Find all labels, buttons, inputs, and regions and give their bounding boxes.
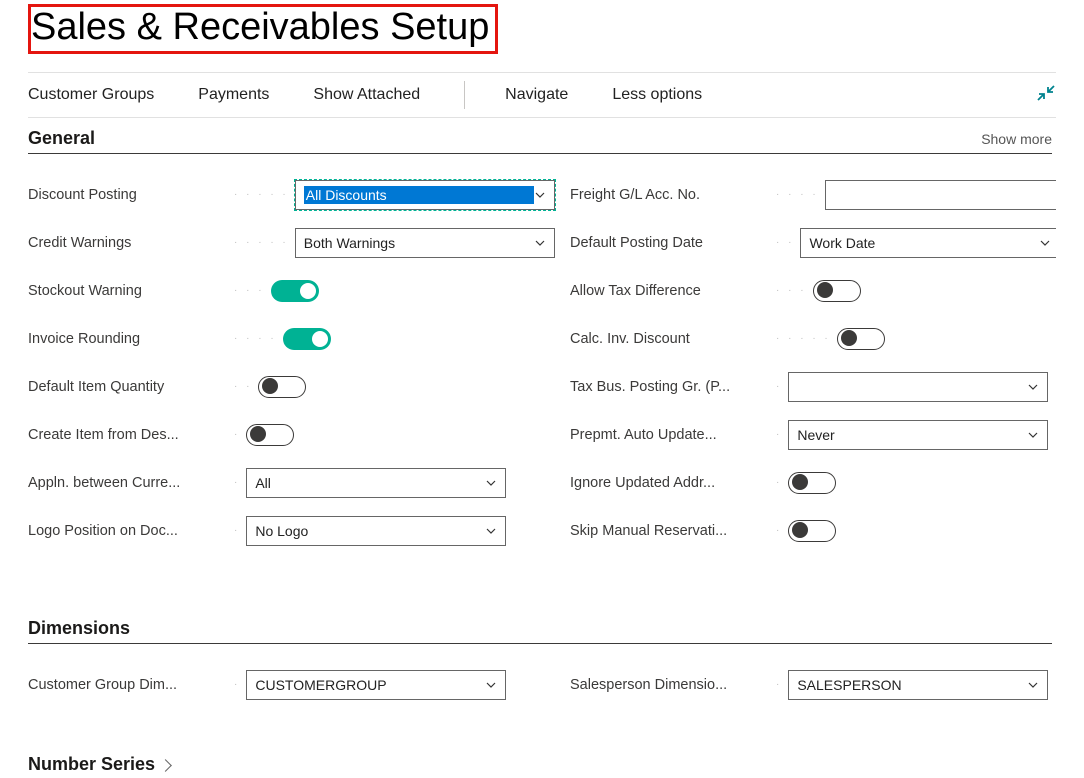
label-tax-bus-posting-gr: Tax Bus. Posting Gr. (P... [570,379,770,395]
chevron-down-icon [534,237,546,249]
select-value-prepmt-auto-update: Never [797,427,1027,443]
toolbar-divider [464,81,465,109]
select-value-default-posting-date: Work Date [809,235,1039,251]
chevron-down-icon [1027,429,1039,441]
page-title-highlight: Sales & Receivables Setup [28,4,498,54]
select-default-posting-date[interactable]: Work Date [800,228,1056,258]
label-discount-posting: Discount Posting [28,187,228,203]
toggle-skip-manual-reserv[interactable] [788,520,836,542]
general-fields: Discount Posting · · · · · All Discounts… [28,180,1052,564]
label-freight-gl: Freight G/L Acc. No. [570,187,770,203]
select-appln-between-curr[interactable]: All [246,468,506,498]
general-right-col: Freight G/L Acc. No. · · · · Default Pos… [570,180,1052,564]
select-freight-gl[interactable] [825,180,1056,210]
select-discount-posting[interactable]: All Discounts [295,180,555,210]
toggle-create-item-from-desc[interactable] [246,424,294,446]
label-appln-between-curr: Appln. between Curre... [28,475,228,491]
select-credit-warnings[interactable]: Both Warnings [295,228,555,258]
label-create-item-from-desc: Create Item from Des... [28,427,228,443]
chevron-down-icon [1039,237,1051,249]
general-left-col: Discount Posting · · · · · All Discounts… [28,180,510,564]
label-logo-position: Logo Position on Doc... [28,523,228,539]
section-header-general: General Show more [28,128,1052,154]
toolbar-customer-groups[interactable]: Customer Groups [28,86,154,104]
select-value-appln-between-curr: All [255,475,485,491]
label-skip-manual-reserv: Skip Manual Reservati... [570,523,770,539]
select-value-salesperson-dim: SALESPERSON [797,677,1027,693]
section-title-general[interactable]: General [28,128,95,149]
select-tax-bus-posting-gr[interactable] [788,372,1048,402]
label-ignore-updated-addr: Ignore Updated Addr... [570,475,770,491]
label-allow-tax-diff: Allow Tax Difference [570,283,770,299]
toggle-default-item-qty[interactable] [258,376,306,398]
chevron-down-icon [485,477,497,489]
label-invoice-rounding: Invoice Rounding [28,331,228,347]
toolbar-navigate[interactable]: Navigate [505,86,568,104]
toggle-ignore-updated-addr[interactable] [788,472,836,494]
select-customer-group-dim[interactable]: CUSTOMERGROUP [246,670,506,700]
select-logo-position[interactable]: No Logo [246,516,506,546]
label-salesperson-dim: Salesperson Dimensio... [570,677,770,693]
label-default-item-qty: Default Item Quantity [28,379,228,395]
select-value-credit-warnings: Both Warnings [304,235,534,251]
select-salesperson-dim[interactable]: SALESPERSON [788,670,1048,700]
section-title-number-series[interactable]: Number Series [28,754,1052,775]
show-more-general[interactable]: Show more [981,131,1052,147]
toolbar-less-options[interactable]: Less options [612,86,702,104]
section-header-dimensions: Dimensions [28,618,1052,644]
label-default-posting-date: Default Posting Date [570,235,770,251]
toggle-invoice-rounding[interactable] [283,328,331,350]
toolbar-payments[interactable]: Payments [198,86,269,104]
collapse-icon[interactable] [1036,83,1056,103]
label-stockout-warning: Stockout Warning [28,283,228,299]
chevron-down-icon [485,679,497,691]
toolbar-show-attached[interactable]: Show Attached [313,86,420,104]
select-value-discount-posting: All Discounts [304,186,534,204]
label-credit-warnings: Credit Warnings [28,235,228,251]
toolbar: Customer Groups Payments Show Attached N… [28,72,1056,118]
chevron-down-icon [1027,679,1039,691]
label-prepmt-auto-update: Prepmt. Auto Update... [570,427,770,443]
page-title: Sales & Receivables Setup [31,7,489,49]
select-prepmt-auto-update[interactable]: Never [788,420,1048,450]
chevron-down-icon [534,189,546,201]
toggle-calc-inv-discount[interactable] [837,328,885,350]
toggle-stockout-warning[interactable] [271,280,319,302]
chevron-down-icon [485,525,497,537]
section-title-dimensions[interactable]: Dimensions [28,618,130,639]
content-scroll[interactable]: General Show more Discount Posting · · ·… [28,118,1056,778]
dimensions-fields: Customer Group Dim... · CUSTOMERGROUP Sa… [28,670,1052,718]
label-calc-inv-discount: Calc. Inv. Discount [570,331,770,347]
select-value-logo-position: No Logo [255,523,485,539]
label-customer-group-dim: Customer Group Dim... [28,677,228,693]
chevron-down-icon [1027,381,1039,393]
select-value-customer-group-dim: CUSTOMERGROUP [255,677,485,693]
toggle-allow-tax-diff[interactable] [813,280,861,302]
